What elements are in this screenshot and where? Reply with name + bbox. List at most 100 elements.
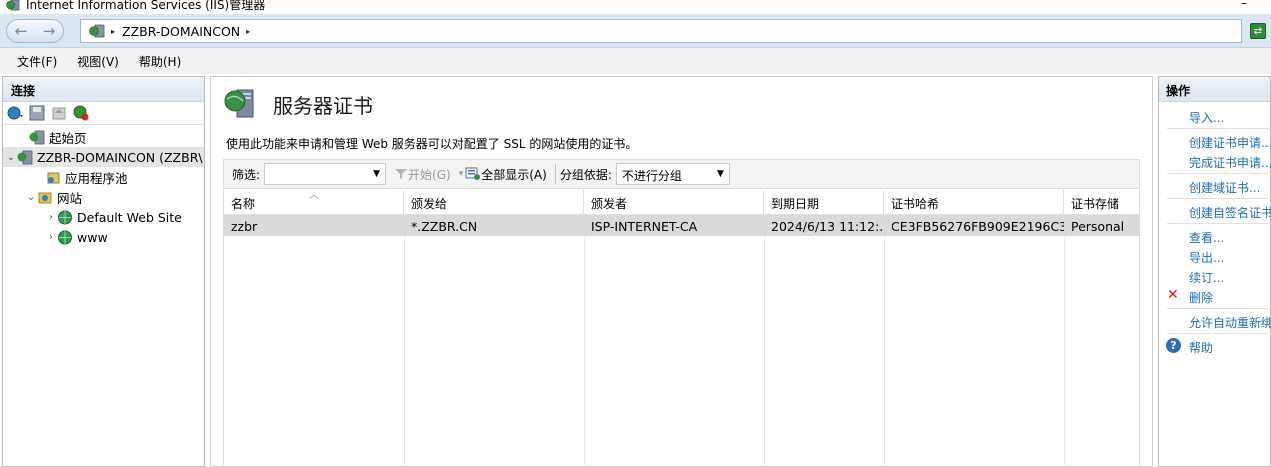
action-remove[interactable]: 删除 [1189,289,1213,306]
action-renew[interactable]: 续订... [1189,269,1224,286]
column-header-issued-by[interactable]: 颁发者 [584,190,764,215]
chevron-right-icon[interactable]: › [45,232,57,243]
server-icon [17,150,33,164]
funnel-icon [395,169,408,179]
app-pool-icon [47,172,60,183]
action-allow-auto-renew[interactable]: 允许自动重新绑 [1189,314,1271,331]
action-create-self-signed[interactable]: 创建自签名证书 [1189,204,1271,221]
cell-hash: CE3FB56276FB909E2196C3... [891,219,1064,234]
column-divider [884,215,885,467]
certificates-table: 名称 ︿ 颁发给 颁发者 到期日期 证书哈希 证书存储 zzbr *.ZZBR.… [223,190,1140,467]
action-separator [1167,128,1271,129]
globe-icon [58,210,72,224]
dropdown-arrow-icon[interactable]: ▼ [373,169,380,179]
cell-store: Personal [1071,219,1125,234]
connect-globe-icon[interactable] [7,105,23,121]
column-divider [584,215,585,467]
connections-header: 连接 [3,77,204,102]
action-create-domain-cert[interactable]: 创建域证书... [1189,179,1260,196]
column-header-store[interactable]: 证书存储 [1064,190,1139,215]
tree-node-app-pools[interactable]: 应用程序池 [3,167,204,187]
filter-label: 筛选: [232,167,261,182]
dropdown-arrow-icon[interactable]: ▼ [717,169,724,179]
actions-header: 操作 [1159,77,1270,102]
chevron-down-icon[interactable]: ⌄ [25,192,37,203]
connections-pane: 连接 起始页 ⌄ ZZBR-DOMAINCON (ZZBR\ 应用程序池 ⌄ 网… [2,76,205,467]
action-complete-request[interactable]: 完成证书申请... [1189,154,1271,171]
iis-app-icon [6,0,20,11]
action-view[interactable]: 查看... [1189,229,1224,246]
menu-view[interactable]: 视图(V) [77,53,119,70]
start-button[interactable]: 开始(G) ▾ [394,166,463,183]
action-separator [1167,198,1271,199]
column-header-hash[interactable]: 证书哈希 [884,190,1064,215]
group-by-select[interactable]: 不进行分组 ▼ [615,163,730,185]
breadcrumb-server[interactable]: ZZBR-DOMAINCON [122,24,240,39]
table-row[interactable]: zzbr *.ZZBR.CN ISP-INTERNET-CA 2024/6/13… [224,215,1139,236]
refresh-go-icon[interactable]: ⇄ [1250,23,1266,39]
action-help[interactable]: 帮助 [1189,339,1213,356]
action-separator [1167,333,1271,334]
action-separator [1167,173,1271,174]
tree-node-label: 应用程序池 [65,170,128,186]
cell-name: zzbr [231,219,258,234]
filter-input[interactable]: ▼ [264,163,387,185]
page-description: 使用此功能来申请和管理 Web 服务器可以对配置了 SSL 的网站使用的证书。 [226,137,638,151]
column-divider [404,215,405,467]
save-icon[interactable] [29,105,45,121]
chevron-right-icon[interactable]: › [45,212,57,223]
tree-node-label: ZZBR-DOMAINCON (ZZBR\ [37,149,203,165]
address-bar-row: ← → ▸ ZZBR-DOMAINCON ▸ ⇄ [0,14,1271,48]
forward-arrow-icon[interactable]: → [43,22,56,40]
tree-node-default-web-site[interactable]: › Default Web Site [3,207,204,227]
action-create-request[interactable]: 创建证书申请... [1189,134,1271,151]
tree-node-label: 网站 [57,190,83,206]
tree-node-server[interactable]: ⌄ ZZBR-DOMAINCON (ZZBR\ [3,147,204,167]
cell-issued-to: *.ZZBR.CN [411,219,478,234]
tree-node-www[interactable]: › www [3,227,204,247]
chevron-down-icon[interactable]: ⌄ [5,152,17,163]
toolbar-divider [554,164,556,184]
column-header-expiration[interactable]: 到期日期 [764,190,884,215]
title-bar: Internet Information Services (IIS)管理器 – [0,0,1271,14]
column-header-name[interactable]: 名称 ︿ [224,190,404,215]
column-divider [1064,215,1065,467]
disconnect-icon[interactable] [73,105,89,121]
column-header-issued-to[interactable]: 颁发给 [404,190,584,215]
actions-pane: 操作 导入... 创建证书申请... 完成证书申请... 创建域证书... 创建… [1158,76,1271,467]
filter-toolbar: 筛选: ▼ 开始(G) ▾ 全部显示(A) 分组依据: 不进行分组 ▼ [223,159,1140,189]
action-separator [1167,308,1271,309]
sort-caret-icon: ︿ [309,190,319,201]
menu-file[interactable]: 文件(F) [17,53,57,70]
window-title: Internet Information Services (IIS)管理器 [26,0,266,12]
menu-bar: 文件(F) 视图(V) 帮助(H) [0,48,1271,74]
server-certificate-icon [224,89,254,118]
tree-node-label: www [77,229,108,245]
dropdown-arrow-icon[interactable]: ▾ [459,169,464,179]
help-icon: ? [1166,338,1181,353]
tree-node-label: Default Web Site [77,209,182,225]
tree-node-sites[interactable]: ⌄ 网站 [3,187,204,207]
action-import[interactable]: 导入... [1189,109,1224,126]
address-box[interactable]: ▸ ZZBR-DOMAINCON ▸ [80,19,1242,43]
breadcrumb-separator-icon[interactable]: ▸ [246,27,250,36]
main-content: 服务器证书 使用此功能来申请和管理 Web 服务器可以对配置了 SSL 的网站使… [210,76,1153,467]
tree-node-label: 起始页 [49,130,87,146]
cell-issued-by: ISP-INTERNET-CA [591,219,698,234]
connections-tree: 起始页 ⌄ ZZBR-DOMAINCON (ZZBR\ 应用程序池 ⌄ 网站 ›… [3,125,204,247]
minimize-button[interactable]: – [1241,0,1247,10]
column-divider [764,215,765,467]
up-level-icon[interactable] [51,105,67,121]
cell-expiration: 2024/6/13 11:12:... [771,219,884,234]
show-all-icon [465,167,481,180]
start-page-icon [29,130,45,144]
show-all-button[interactable]: 全部显示(A) [465,166,547,183]
action-export[interactable]: 导出... [1189,249,1224,266]
nav-buttons: ← → [6,19,64,43]
menu-help[interactable]: 帮助(H) [139,53,181,70]
page-title: 服务器证书 [273,94,373,118]
action-separator [1167,223,1271,224]
tree-node-start-page[interactable]: 起始页 [3,127,204,147]
server-globe-icon [89,24,105,38]
back-arrow-icon[interactable]: ← [15,22,28,40]
